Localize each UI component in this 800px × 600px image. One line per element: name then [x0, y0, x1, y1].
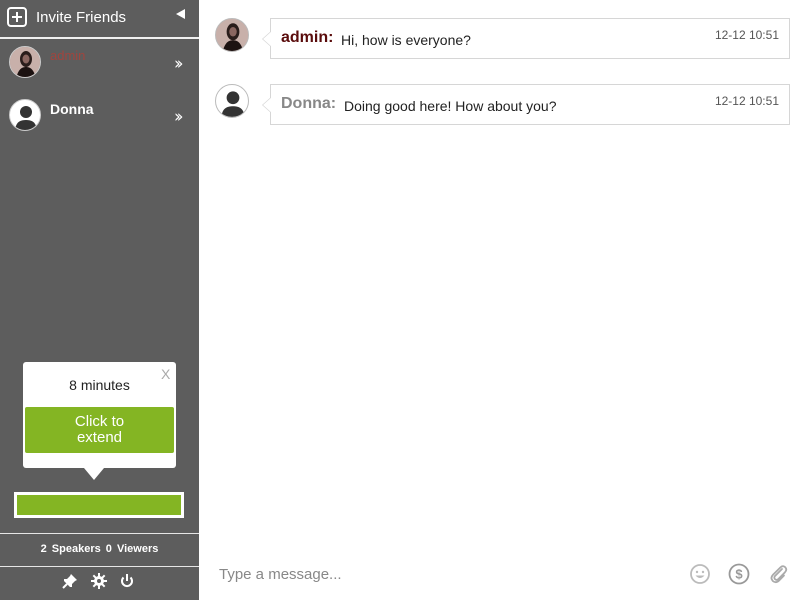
progress-bar	[14, 492, 184, 518]
message-input[interactable]	[219, 562, 659, 586]
participant-counts: 2 Speakers 0 Viewers	[0, 543, 199, 555]
message-bubble: Donna: Doing good here! How about you? 1…	[262, 84, 790, 125]
svg-text:$: $	[735, 567, 743, 582]
invite-friends-button[interactable]: Invite Friends	[0, 0, 199, 37]
collapse-sidebar-icon[interactable]	[176, 9, 185, 19]
message-sender: Donna:	[281, 95, 337, 112]
sidebar: Invite Friends admin ›› Donna ›› 8 minut…	[0, 0, 199, 600]
footer-toolbar	[0, 573, 199, 593]
message-text: Doing good here! How about you?	[344, 98, 557, 114]
user-name: Donna	[50, 101, 94, 117]
pin-icon[interactable]	[62, 573, 78, 589]
default-user-icon	[9, 99, 41, 131]
power-icon[interactable]	[119, 573, 135, 589]
avatar	[9, 46, 41, 78]
message-text: Hi, how is everyone?	[341, 32, 471, 48]
chat-panel: admin: Hi, how is everyone? 12-12 10:51 …	[199, 0, 800, 600]
speakers-label: Speakers	[51, 543, 101, 555]
viewers-label: Viewers	[116, 543, 159, 555]
divider	[0, 566, 199, 567]
gear-icon[interactable]	[91, 573, 107, 589]
timer-popup: 8 minutes Click to extend	[23, 362, 176, 468]
close-popup-button[interactable]: X	[161, 366, 170, 382]
extend-label-line2: extend	[76, 429, 123, 446]
message-bubble: admin: Hi, how is everyone? 12-12 10:51	[262, 18, 790, 59]
viewers-count: 0	[105, 543, 112, 555]
extend-label-line1: Click to	[74, 413, 125, 430]
plus-icon	[7, 7, 27, 27]
user-item-admin[interactable]: admin ››	[0, 46, 199, 92]
emoji-icon[interactable]	[689, 563, 711, 585]
message-timestamp: 12-12 10:51	[714, 94, 779, 108]
speakers-count: 2	[40, 543, 47, 555]
extend-button[interactable]: Click to extend	[25, 407, 174, 453]
divider	[0, 533, 199, 534]
double-chevron-right-icon[interactable]: ››	[174, 107, 183, 127]
divider	[0, 37, 199, 39]
dollar-icon[interactable]: $	[728, 563, 750, 585]
default-user-icon	[215, 84, 249, 118]
avatar	[215, 18, 249, 52]
popup-pointer	[84, 468, 104, 480]
invite-friends-label: Invite Friends	[36, 9, 127, 26]
user-name: admin	[50, 48, 86, 63]
message-composer: $	[199, 550, 800, 600]
message-timestamp: 12-12 10:51	[714, 28, 779, 42]
message-sender: admin:	[281, 29, 334, 46]
attachment-icon[interactable]	[767, 563, 789, 585]
time-remaining: 8 minutes	[69, 377, 130, 393]
double-chevron-right-icon[interactable]: ››	[174, 54, 183, 74]
user-item-donna[interactable]: Donna ››	[0, 99, 199, 145]
